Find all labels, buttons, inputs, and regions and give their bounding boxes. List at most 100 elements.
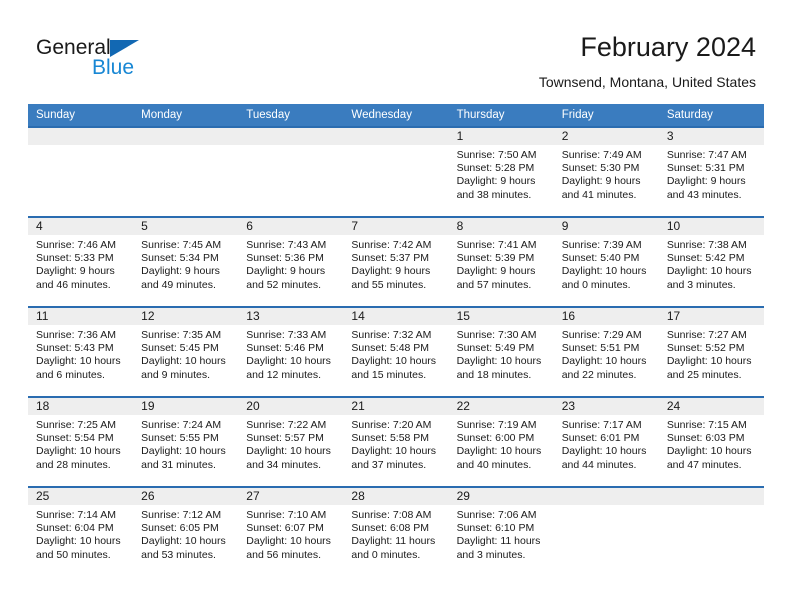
day-details: Sunrise: 7:32 AM Sunset: 5:48 PM Daylight:… [343, 325, 448, 382]
calendar-day-cell[interactable]: 14 Sunrise: 7:32 AM Sunset: 5:48 PM Dayligh… [343, 306, 449, 397]
sunset-text: Sunset: 5:30 PM [561, 162, 640, 175]
day-details: Sunrise: 7:08 AM Sunset: 6:08 PM Daylight:… [343, 505, 448, 562]
daylight-text: Daylight: 10 hours and 12 minutes. [246, 355, 331, 381]
sunset-text: Sunset: 5:28 PM [456, 162, 535, 175]
day-details: Sunrise: 7:43 AM Sunset: 5:36 PM Daylight:… [238, 235, 343, 292]
day-details: Sunrise: 7:29 AM Sunset: 5:51 PM Daylight:… [554, 325, 659, 382]
sunset-text: Sunset: 5:48 PM [351, 342, 430, 355]
daylight-text: Daylight: 10 hours and 9 minutes. [141, 355, 226, 381]
daylight-text: Daylight: 9 hours and 43 minutes. [666, 175, 746, 201]
sunset-text: Sunset: 6:10 PM [456, 522, 535, 535]
calendar-day-cell[interactable]: 26 Sunrise: 7:12 AM Sunset: 6:05 PM Dayligh… [133, 486, 239, 576]
daylight-text: Daylight: 10 hours and 34 minutes. [246, 445, 331, 471]
daylight-text: Daylight: 10 hours and 40 minutes. [456, 445, 542, 471]
calendar-table: Sunday Monday Tuesday Wednesday Thursday… [28, 104, 764, 576]
calendar-day-cell[interactable]: 8 Sunrise: 7:41 AM Sunset: 5:39 PM Daylight… [448, 216, 554, 307]
calendar-day-cell[interactable]: 16 Sunrise: 7:29 AM Sunset: 5:51 PM Dayligh… [553, 306, 659, 397]
calendar-day-cell[interactable]: 13 Sunrise: 7:33 AM Sunset: 5:46 PM Dayligh… [238, 306, 344, 397]
general-blue-logo[interactable]: General Blue [36, 36, 236, 86]
daylight-text: Daylight: 10 hours and 6 minutes. [36, 355, 121, 381]
day-number: 27 [238, 488, 344, 505]
daylight-text: Daylight: 10 hours and 44 minutes. [561, 445, 647, 471]
day-details: Sunrise: 7:38 AM Sunset: 5:42 PM Daylight:… [659, 235, 764, 292]
weekday-header-thursday: Thursday [448, 104, 554, 127]
sunrise-text: Sunrise: 7:06 AM [456, 509, 537, 521]
sunrise-text: Sunrise: 7:22 AM [246, 419, 327, 431]
calendar-day-cell[interactable]: 7 Sunrise: 7:42 AM Sunset: 5:37 PM Daylight… [343, 216, 449, 307]
day-details: Sunrise: 7:24 AM Sunset: 5:55 PM Daylight:… [133, 415, 238, 472]
sunrise-text: Sunrise: 7:25 AM [36, 419, 116, 431]
day-number: 9 [553, 218, 659, 235]
calendar-day-cell[interactable]: 10 Sunrise: 7:38 AM Sunset: 5:42 PM Dayligh… [658, 216, 764, 307]
sunset-text: Sunset: 5:54 PM [36, 432, 114, 445]
day-number: 13 [238, 308, 344, 325]
calendar-day-cell[interactable]: 27 Sunrise: 7:10 AM Sunset: 6:07 PM Dayligh… [238, 486, 344, 576]
calendar-week-row: 18 Sunrise: 7:25 AM Sunset: 5:54 PM Dayligh… [28, 396, 764, 487]
calendar-day-cell[interactable]: 19 Sunrise: 7:24 AM Sunset: 5:55 PM Dayligh… [133, 396, 239, 487]
calendar-day-cell[interactable]: 17 Sunrise: 7:27 AM Sunset: 5:52 PM Dayligh… [658, 306, 764, 397]
day-number: 11 [28, 308, 134, 325]
calendar-day-cell[interactable]: 4 Sunrise: 7:46 AM Sunset: 5:33 PM Daylight… [28, 216, 134, 307]
calendar-day-cell[interactable]: 6 Sunrise: 7:43 AM Sunset: 5:36 PM Daylight… [238, 216, 344, 307]
sunrise-text: Sunrise: 7:32 AM [351, 329, 432, 341]
day-number: 10 [658, 218, 764, 235]
sunrise-text: Sunrise: 7:45 AM [141, 239, 222, 251]
daylight-text: Daylight: 10 hours and 18 minutes. [456, 355, 542, 381]
calendar-day-cell[interactable]: 3 Sunrise: 7:47 AM Sunset: 5:31 PM Daylight… [658, 126, 764, 217]
sunset-text: Sunset: 5:34 PM [141, 252, 219, 265]
calendar-day-cell[interactable]: 5 Sunrise: 7:45 AM Sunset: 5:34 PM Daylight… [133, 216, 239, 307]
day-details: Sunrise: 7:27 AM Sunset: 5:52 PM Daylight:… [659, 325, 764, 382]
sunrise-text: Sunrise: 7:10 AM [246, 509, 327, 521]
day-number: 17 [658, 308, 764, 325]
sunrise-text: Sunrise: 7:08 AM [351, 509, 432, 521]
sunset-text: Sunset: 5:40 PM [561, 252, 640, 265]
sunset-text: Sunset: 5:52 PM [666, 342, 745, 355]
daylight-text: Daylight: 11 hours and 0 minutes. [351, 535, 436, 561]
calendar-day-cell[interactable]: 22 Sunrise: 7:19 AM Sunset: 6:00 PM Dayligh… [448, 396, 554, 487]
daylight-text: Daylight: 9 hours and 49 minutes. [141, 265, 220, 291]
day-details: Sunrise: 7:35 AM Sunset: 5:45 PM Daylight:… [133, 325, 238, 382]
calendar-week-row: 25 Sunrise: 7:14 AM Sunset: 6:04 PM Dayligh… [28, 486, 764, 576]
sunrise-text: Sunrise: 7:30 AM [456, 329, 537, 341]
day-number: 24 [658, 398, 764, 415]
sunset-text: Sunset: 6:07 PM [246, 522, 324, 535]
calendar-day-cell[interactable]: 2 Sunrise: 7:49 AM Sunset: 5:30 PM Daylight… [553, 126, 659, 217]
weekday-header-saturday: Saturday [658, 104, 764, 127]
calendar-day-cell[interactable]: 9 Sunrise: 7:39 AM Sunset: 5:40 PM Daylight… [553, 216, 659, 307]
day-details: Sunrise: 7:19 AM Sunset: 6:00 PM Daylight:… [449, 415, 554, 472]
daylight-text: Daylight: 9 hours and 57 minutes. [456, 265, 536, 291]
calendar-day-cell[interactable]: 24 Sunrise: 7:15 AM Sunset: 6:03 PM Dayligh… [658, 396, 764, 487]
day-number: 23 [553, 398, 659, 415]
day-details: Sunrise: 7:46 AM Sunset: 5:33 PM Daylight:… [28, 235, 133, 292]
weekday-header-row: Sunday Monday Tuesday Wednesday Thursday… [28, 104, 764, 127]
day-number: 16 [553, 308, 659, 325]
day-details: Sunrise: 7:22 AM Sunset: 5:57 PM Daylight:… [238, 415, 343, 472]
day-number: 20 [238, 398, 344, 415]
sunrise-text: Sunrise: 7:46 AM [36, 239, 116, 251]
day-details: Sunrise: 7:47 AM Sunset: 5:31 PM Daylight:… [659, 145, 764, 202]
calendar-day-cell[interactable]: 29 Sunrise: 7:06 AM Sunset: 6:10 PM Dayligh… [448, 486, 554, 576]
calendar-day-cell-empty [238, 126, 344, 217]
day-number: 2 [553, 128, 659, 145]
day-number [343, 128, 449, 145]
calendar-day-cell[interactable]: 21 Sunrise: 7:20 AM Sunset: 5:58 PM Dayligh… [343, 396, 449, 487]
calendar-day-cell[interactable]: 25 Sunrise: 7:14 AM Sunset: 6:04 PM Dayligh… [28, 486, 134, 576]
calendar-day-cell[interactable]: 15 Sunrise: 7:30 AM Sunset: 5:49 PM Dayligh… [448, 306, 554, 397]
calendar-day-cell[interactable]: 1 Sunrise: 7:50 AM Sunset: 5:28 PM Daylight… [448, 126, 554, 217]
calendar-day-cell-empty [28, 126, 134, 217]
daylight-text: Daylight: 10 hours and 25 minutes. [666, 355, 752, 381]
calendar-day-cell[interactable]: 23 Sunrise: 7:17 AM Sunset: 6:01 PM Dayligh… [553, 396, 659, 487]
sunrise-text: Sunrise: 7:49 AM [561, 149, 642, 161]
calendar-day-cell[interactable]: 18 Sunrise: 7:25 AM Sunset: 5:54 PM Dayligh… [28, 396, 134, 487]
page-title: February 2024 [580, 32, 756, 62]
daylight-text: Daylight: 10 hours and 31 minutes. [141, 445, 226, 471]
calendar-day-cell[interactable]: 12 Sunrise: 7:35 AM Sunset: 5:45 PM Dayligh… [133, 306, 239, 397]
day-details: Sunrise: 7:15 AM Sunset: 6:03 PM Daylight:… [659, 415, 764, 472]
calendar-day-cell[interactable]: 20 Sunrise: 7:22 AM Sunset: 5:57 PM Dayligh… [238, 396, 344, 487]
calendar-day-cell[interactable]: 11 Sunrise: 7:36 AM Sunset: 5:43 PM Dayligh… [28, 306, 134, 397]
day-number: 25 [28, 488, 134, 505]
day-number: 22 [448, 398, 554, 415]
daylight-text: Daylight: 10 hours and 0 minutes. [561, 265, 647, 291]
day-number: 19 [133, 398, 239, 415]
calendar-day-cell[interactable]: 28 Sunrise: 7:08 AM Sunset: 6:08 PM Dayligh… [343, 486, 449, 576]
